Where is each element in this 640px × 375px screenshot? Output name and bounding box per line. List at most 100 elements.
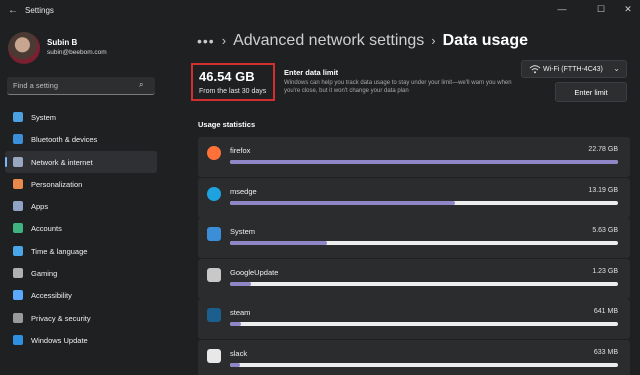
page-title: Data usage [442, 32, 528, 49]
data-usage-summary: 46.54 GB From the last 30 days [191, 63, 275, 101]
sidebar-item[interactable]: System [5, 106, 157, 128]
usage-bar-track [230, 200, 618, 205]
wifi-icon [529, 64, 541, 74]
breadcrumb-more[interactable]: ••• [197, 33, 215, 49]
usage-bar-track [230, 241, 618, 245]
app-usage-size: 13.19 GB [588, 186, 618, 194]
sidebar-item[interactable]: Accessibility [5, 284, 157, 306]
apps-icon [13, 201, 23, 212]
maximize-icon[interactable]: ☐ [591, 2, 611, 16]
app-usage-row: firefox 22.78 GB [198, 137, 630, 177]
sidebar-item[interactable]: Privacy & security [5, 307, 157, 329]
sidebar-item-label: Network & internet [31, 157, 93, 167]
sidebar-item-label: Apps [31, 202, 49, 212]
sidebar-item-label: Accessibility [31, 291, 72, 301]
sidebar-item[interactable]: Personalization [5, 173, 157, 195]
app-usage-size: 633 MB [593, 348, 618, 356]
sidebar-item[interactable]: Accounts [5, 217, 157, 239]
sidebar-nav: System Bluetooth & devices Network & inter… [5, 106, 157, 351]
app-name: firefox [230, 146, 251, 155]
monitor-icon [13, 112, 23, 122]
close-icon[interactable]: ✕ [618, 2, 638, 16]
usage-bar-fill [230, 322, 241, 326]
breadcrumb: ••• › Advanced network settings › Data usage [197, 29, 528, 53]
usage-bar-track [230, 362, 618, 367]
accessibility-icon [13, 290, 23, 301]
sidebar-item[interactable]: Network & internet [5, 150, 157, 173]
app-name: msedge [230, 186, 257, 196]
app-usage-row: slack 633 MB [198, 339, 630, 375]
sidebar-item[interactable]: Bluetooth & devices [5, 128, 157, 150]
sidebar-item[interactable]: Apps [5, 195, 157, 217]
usage-bar-fill [230, 200, 456, 205]
profile-name: Subin B [47, 38, 78, 47]
usage-period: From the last 30 days [199, 88, 267, 95]
avatar[interactable] [8, 32, 40, 64]
profile-email: subin@beebom.com [47, 49, 107, 56]
usage-bar-track [230, 322, 618, 326]
bluetooth-icon [13, 134, 23, 145]
app-name: slack [230, 348, 248, 358]
edge-icon [207, 186, 221, 201]
app-name: steam [230, 308, 251, 317]
firefox-icon [207, 146, 221, 160]
gamepad-icon [13, 268, 23, 279]
app-usage-row: System 5.63 GB [198, 218, 630, 258]
app-usage-size: 1.23 GB [592, 267, 618, 275]
title-bar: ← Settings — ☐ ✕ [0, 0, 640, 22]
total-usage-value: 46.54 GB [199, 69, 255, 84]
globe-clock-icon [13, 245, 23, 256]
sidebar-item-label: Time & language [31, 246, 88, 256]
slack-icon [207, 348, 221, 363]
sidebar-item[interactable]: Gaming [5, 262, 157, 284]
chevron-right-icon: › [221, 33, 227, 48]
network-select-value: Wi-Fi (FTTH-4C43) [543, 66, 603, 73]
search-placeholder: Find a setting [13, 81, 59, 90]
search-icon[interactable]: ⌕ [139, 80, 149, 90]
sidebar-item-label: Bluetooth & devices [31, 135, 98, 145]
sidebar-item-label: Privacy & security [31, 313, 91, 323]
google-update-icon [207, 267, 221, 282]
app-usage-row: GoogleUpdate 1.23 GB [198, 258, 630, 299]
usage-list: firefox 22.78 GB msedge 13.19 GB System 5.63 … [198, 137, 630, 375]
sidebar-item-label: Gaming [31, 269, 58, 279]
app-name: GoogleUpdate [230, 267, 279, 277]
system-icon [207, 227, 221, 241]
usage-bar-fill [230, 241, 327, 245]
sidebar-item-label: System [31, 113, 57, 122]
steam-icon [207, 308, 221, 322]
app-usage-size: 641 MB [593, 308, 618, 315]
back-arrow-icon[interactable]: ← [8, 5, 18, 17]
sidebar-item-label: Personalization [31, 179, 83, 189]
usage-bar-fill [230, 362, 241, 367]
usage-bar-fill [230, 160, 618, 164]
window-title: Settings [25, 6, 54, 15]
sidebar-item[interactable]: Windows Update [5, 329, 157, 351]
shield-icon [13, 312, 23, 323]
sidebar-item[interactable]: Time & language [5, 240, 157, 262]
search-input[interactable]: Find a setting ⌕ [7, 77, 155, 95]
usage-bar-fill [230, 281, 251, 286]
data-limit-title: Enter data limit [284, 68, 339, 77]
network-select[interactable]: Wi-Fi (FTTH-4C43) ⌄ [521, 60, 627, 78]
sidebar-item-label: Windows Update [31, 335, 88, 345]
sidebar-item-label: Accounts [31, 224, 62, 234]
breadcrumb-parent[interactable]: Advanced network settings [233, 32, 424, 49]
app-usage-row: steam 641 MB [198, 299, 630, 339]
usage-bar-track [230, 160, 618, 164]
app-name: System [230, 227, 256, 236]
app-usage-row: msedge 13.19 GB [198, 177, 630, 218]
chevron-right-icon: › [431, 33, 436, 48]
app-usage-size: 5.63 GB [592, 227, 618, 234]
chevron-down-icon: ⌄ [613, 64, 620, 73]
person-icon [13, 223, 23, 234]
brush-icon [13, 178, 23, 189]
app-usage-size: 22.78 GB [588, 146, 618, 153]
usage-statistics-title: Usage statistics [198, 120, 256, 129]
update-icon [13, 334, 23, 345]
enter-limit-button[interactable]: Enter limit [555, 82, 627, 102]
usage-bar-track [230, 281, 618, 286]
minimize-icon[interactable]: — [552, 2, 572, 16]
data-limit-description: Windows can help you track data usage to… [284, 80, 512, 94]
network-icon [13, 156, 23, 167]
